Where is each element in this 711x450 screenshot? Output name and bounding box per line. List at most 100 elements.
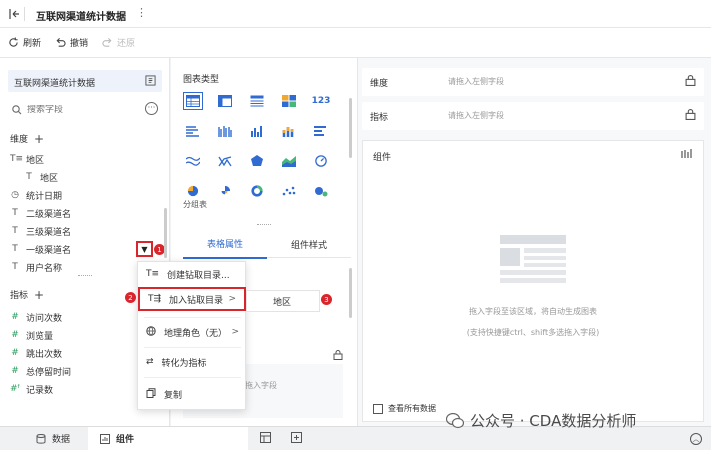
list-item[interactable]: # 总停留时间	[10, 362, 130, 380]
list-item[interactable]: ◷ 统计日期	[10, 186, 160, 204]
area-chart-icon[interactable]	[279, 152, 299, 170]
field-label: 访问次数	[26, 313, 63, 324]
lock-icon[interactable]	[685, 109, 696, 123]
dimension-drop-zone[interactable]: 维度 请拖入左侧字段	[362, 68, 704, 96]
panel-divider[interactable]	[78, 275, 92, 277]
menu-item-add-to-drill[interactable]: T⇶ 加入钻取目录 >	[138, 287, 246, 311]
undo-button[interactable]: 撤销	[55, 36, 88, 49]
menu-item-create-drill[interactable]: T≡ 创建钻取目录...	[138, 264, 247, 284]
field-search[interactable]	[8, 100, 138, 120]
list-item[interactable]: # 浏览量	[10, 326, 130, 344]
globe-icon	[146, 325, 156, 339]
combo-chart-icon[interactable]	[215, 152, 235, 170]
drill-submenu: 地区	[246, 290, 320, 312]
tab-table-properties[interactable]: 表格属性	[183, 233, 267, 259]
list-item[interactable]: T 地区	[10, 168, 160, 186]
number-icon[interactable]: 123	[311, 92, 331, 110]
scrollbar[interactable]	[349, 268, 352, 318]
more-options-icon[interactable]: ···	[145, 102, 158, 115]
tab-component-style[interactable]: 组件样式	[267, 234, 351, 258]
clock-icon: ◷	[11, 190, 19, 200]
field-label: 统计日期	[26, 191, 63, 202]
submenu-item-region[interactable]: 地区	[273, 295, 291, 308]
empty-chart-illustration	[500, 235, 566, 289]
pie-chart-icon[interactable]	[183, 182, 203, 200]
chart-settings-icon[interactable]	[681, 149, 693, 162]
redo-button[interactable]: 还原	[102, 36, 135, 49]
database-icon	[36, 433, 46, 444]
tab-data[interactable]: 数据	[24, 427, 82, 450]
bar-chart-icon[interactable]	[183, 122, 203, 140]
step-badge-3: 3	[321, 294, 332, 305]
undo-label: 撤销	[70, 39, 89, 49]
page-title: 互联网渠道统计数据	[36, 12, 126, 23]
tab-component[interactable]: 组件	[88, 426, 249, 450]
chart-type-grid: 123	[183, 92, 345, 200]
list-item[interactable]: T 二级渠道名	[10, 204, 160, 222]
field-dropdown-button[interactable]: ▼	[136, 241, 153, 257]
list-item[interactable]: T 三级渠道名	[10, 222, 160, 240]
dimension-zone-placeholder: 请拖入左侧字段	[448, 77, 504, 86]
scrollbar[interactable]	[349, 98, 352, 158]
menu-item-label: 地理角色（无）	[164, 328, 228, 339]
collapse-up-icon[interactable]: ︿	[690, 433, 702, 445]
component-canvas[interactable]: 组件 拖入字段至该区域，将自动生成图表 (支持快捷键ctrl、shift多选拖入…	[362, 140, 704, 422]
column-chart-icon[interactable]	[247, 122, 267, 140]
scatter-chart-icon[interactable]	[279, 182, 299, 200]
menu-divider	[144, 317, 241, 318]
list-item[interactable]: # 跳出次数	[10, 344, 130, 362]
horizontal-bar-icon[interactable]	[311, 122, 331, 140]
panel-divider[interactable]	[257, 224, 271, 226]
add-measure-icon[interactable]: +	[34, 289, 44, 301]
dimensions-header: 维度 +	[10, 132, 44, 146]
measures-header: 指标 +	[10, 288, 44, 302]
menu-item-convert-to-measure[interactable]: ⇄ 转化为指标	[138, 352, 247, 372]
list-table-icon[interactable]	[247, 92, 267, 110]
checkbox-icon[interactable]	[373, 403, 383, 414]
dataset-name: 互联网渠道统计数据	[14, 79, 96, 89]
radar-chart-icon[interactable]	[247, 152, 267, 170]
stacked-column-icon[interactable]	[279, 122, 299, 140]
line-chart-icon[interactable]	[183, 152, 203, 170]
show-all-data-checkbox[interactable]: 查看所有数据	[373, 403, 436, 414]
switch-dataset-icon[interactable]	[145, 75, 156, 89]
gauge-icon[interactable]	[311, 152, 331, 170]
lock-icon[interactable]	[333, 350, 343, 363]
heatmap-table-icon[interactable]	[279, 92, 299, 110]
add-component-icon[interactable]	[260, 431, 272, 446]
chart-type-title: 图表类型	[183, 75, 220, 85]
search-input[interactable]	[27, 105, 127, 115]
cross-table-icon[interactable]	[215, 92, 235, 110]
divider	[24, 7, 25, 21]
menu-item-label: 创建钻取目录...	[167, 270, 230, 281]
dataset-selector[interactable]: 互联网渠道统计数据	[8, 70, 162, 92]
tab-component-label: 组件	[116, 435, 135, 445]
list-item[interactable]: T≡ 地区	[10, 150, 160, 168]
measure-list: # 访问次数 # 浏览量 # 跳出次数 # 总停留时间 #ᶠ 记录数	[10, 308, 130, 398]
scrollbar[interactable]	[164, 208, 167, 258]
hash-icon: #	[11, 312, 19, 322]
add-dimension-icon[interactable]: +	[34, 133, 44, 145]
text-type-icon: T	[12, 226, 18, 236]
chevron-right-icon: >	[231, 327, 239, 337]
menu-item-geo-role[interactable]: 地理角色（无） >	[138, 322, 247, 342]
dimension-list: T≡ 地区 T 地区 ◷ 统计日期 T 二级渠道名 T 三级渠道名 T 一级渠道…	[10, 150, 160, 276]
bubble-chart-icon[interactable]	[311, 182, 331, 200]
list-item[interactable]: #ᶠ 记录数	[10, 380, 130, 398]
measure-drop-zone[interactable]: 指标 请拖入左侧字段	[362, 102, 704, 130]
refresh-button[interactable]: 刷新	[8, 36, 41, 49]
rose-chart-icon[interactable]	[215, 182, 235, 200]
list-item[interactable]: # 访问次数	[10, 308, 130, 326]
field-label: 三级渠道名	[26, 227, 72, 238]
donut-chart-icon[interactable]	[247, 182, 267, 200]
empty-hint: 拖入字段至该区域，将自动生成图表	[469, 307, 597, 316]
lock-icon[interactable]	[685, 75, 696, 89]
menu-divider	[144, 347, 241, 348]
menu-item-copy[interactable]: 复制	[138, 384, 247, 404]
hash-icon: #	[11, 348, 19, 358]
add-report-icon[interactable]	[291, 431, 303, 446]
more-vertical-icon[interactable]: ⋮	[136, 6, 147, 19]
collapse-panel-icon[interactable]	[8, 8, 20, 23]
table-icon[interactable]	[183, 92, 203, 110]
grouped-bar-icon[interactable]	[215, 122, 235, 140]
